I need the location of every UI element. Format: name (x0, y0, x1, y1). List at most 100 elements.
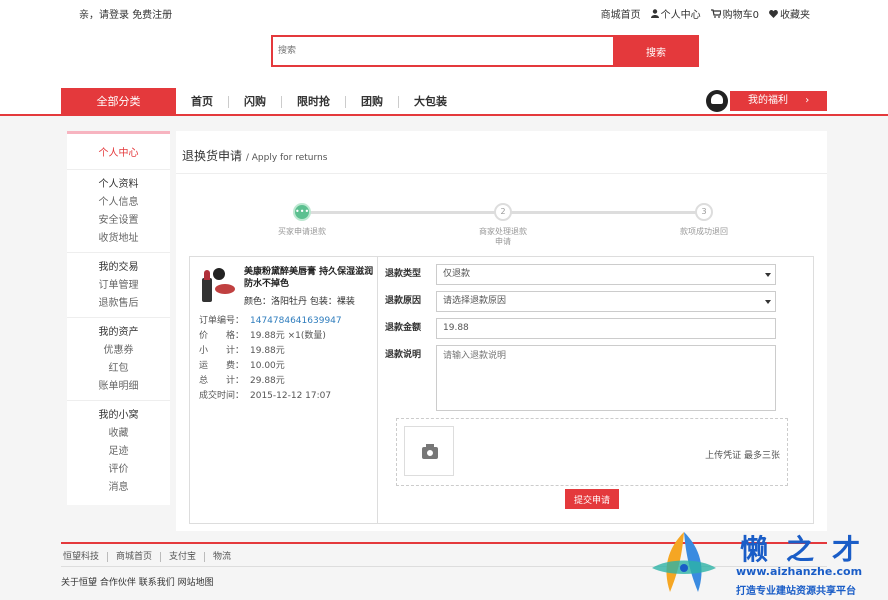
divider (176, 173, 827, 174)
caret-down-icon (765, 300, 771, 304)
sidebar-group-assets: 我的资产 优惠券 红包 账单明细 (67, 324, 170, 401)
sidebar-item-bills[interactable]: 账单明细 (67, 378, 170, 396)
order-info-label: 成交时间： (199, 391, 245, 401)
sidebar-group-nest: 我的小窝 收藏 足迹 评价 消息 (67, 407, 170, 501)
refund-type-value: 仅退款 (443, 269, 471, 279)
register-link[interactable]: 免费注册 (132, 10, 172, 21)
sidebar-item-security[interactable]: 安全设置 (67, 212, 170, 230)
footer-info[interactable]: 关于恒望 合作伙伴 联系我们 网站地图 (61, 575, 214, 588)
main-nav: 全部分类 首页 闪购 限时抢 团购 大包装 我的福利 › (0, 88, 888, 116)
cart-label: 购物车0 (722, 10, 759, 21)
search-input[interactable] (271, 35, 613, 67)
cart-icon (710, 9, 721, 18)
sidebar-item-reviews[interactable]: 评价 (67, 461, 170, 479)
sidebar-item-collection[interactable]: 收藏 (67, 425, 170, 443)
chevron-right-icon: › (805, 95, 810, 106)
sidebar-title[interactable]: 个人中心 (67, 144, 170, 170)
refund-reason-row: 退款原因 请选择退款原因 (385, 291, 776, 312)
refund-reason-select[interactable]: 请选择退款原因 (436, 291, 776, 312)
sidebar-item-refunds[interactable]: 退款售后 (67, 295, 170, 313)
all-categories-button[interactable]: 全部分类 (61, 88, 176, 116)
refund-desc-textarea[interactable] (436, 345, 776, 411)
panel-separator (377, 257, 378, 523)
caret-down-icon (765, 273, 771, 277)
avatar (706, 90, 728, 112)
footer-link[interactable]: 商城首页 (108, 552, 162, 562)
favorites-link[interactable]: 收藏夹 (769, 6, 810, 21)
order-info-value: 19.88元 (250, 346, 285, 356)
top-links: 商城首页 个人中心 购物车0 收藏夹 (601, 6, 810, 21)
sidebar-item-orders[interactable]: 订单管理 (67, 277, 170, 295)
footer-link[interactable]: 恒望科技 (63, 552, 109, 562)
sidebar-group-head: 我的交易 (98, 262, 139, 273)
sidebar-item-red-packets[interactable]: 红包 (67, 360, 170, 378)
welfare-area[interactable]: 我的福利 › (706, 90, 827, 112)
sidebar-item-address[interactable]: 收货地址 (67, 230, 170, 248)
footer-links: 恒望科技 商城首页 支付宝 物流 (63, 552, 239, 562)
product-name[interactable]: 美康粉黛醉美唇膏 持久保湿滋润防水不掉色 (244, 266, 374, 290)
order-info-label: 总 计： (199, 376, 245, 386)
sidebar-item-messages[interactable]: 消息 (67, 479, 170, 497)
watermark-url: www.aizhanzhe.com (736, 565, 863, 578)
nav-item-group-buy[interactable]: 团购 (346, 96, 399, 108)
heart-icon (769, 9, 778, 18)
product-image[interactable] (199, 266, 237, 306)
order-info: 订单编号： 1474784641639947 价 格： 19.88元 ×1(数量) … (199, 314, 342, 404)
welfare-button[interactable]: 我的福利 › (730, 91, 827, 111)
nav-item-home[interactable]: 首页 (176, 96, 229, 108)
order-number-link[interactable]: 1474784641639947 (250, 314, 342, 329)
nav-item-limited-time[interactable]: 限时抢 (282, 96, 346, 108)
refund-type-label: 退款类型 (385, 269, 422, 279)
favorites-label: 收藏夹 (780, 10, 810, 21)
footer-link[interactable]: 物流 (205, 552, 239, 562)
refund-type-select[interactable]: 仅退款 (436, 264, 776, 285)
login-link[interactable]: 亲，请登录 (79, 10, 129, 21)
camera-icon-body (422, 447, 438, 459)
refund-type-row: 退款类型 仅退款 (385, 264, 776, 285)
upload-area: 上传凭证 最多三张 (396, 418, 788, 486)
watermark-logo-icon (652, 532, 716, 592)
search-bar: 搜索 (271, 35, 699, 67)
page-title-text: 退换货申请 (182, 149, 243, 163)
refund-amount-input[interactable]: 19.88 (436, 318, 776, 339)
product-spec: 颜色：洛阳牡丹 包装：裸装 (244, 297, 355, 307)
order-info-row: 价 格： 19.88元 ×1(数量) (199, 329, 342, 344)
upload-button[interactable] (404, 426, 454, 476)
sidebar-group-trade: 我的交易 订单管理 退款售后 (67, 259, 170, 318)
sidebar-item-personal-info[interactable]: 个人信息 (67, 194, 170, 212)
submit-button[interactable]: 提交申请 (565, 489, 619, 509)
watermark-brand: 懒之才 (740, 533, 879, 566)
order-info-value: 2015-12-12 17:07 (250, 391, 332, 401)
order-info-value: 19.88元 ×1(数量) (250, 331, 326, 341)
nav-items: 首页 闪购 限时抢 团购 大包装 (176, 88, 462, 116)
cart-link[interactable]: 购物车0 (710, 6, 759, 21)
order-info-row: 总 计： 29.88元 (199, 374, 342, 389)
page-title: 退换货申请 / Apply for returns (182, 147, 327, 164)
user-icon (650, 9, 659, 18)
sidebar-group-head: 个人资料 (98, 179, 139, 190)
order-info-row: 成交时间： 2015-12-12 17:07 (199, 389, 342, 404)
nav-item-flash-sale[interactable]: 闪购 (229, 96, 282, 108)
step-2-label: 商家处理退款申请 (479, 227, 527, 246)
sidebar-item-footprints[interactable]: 足迹 (67, 443, 170, 461)
order-info-row: 订单编号： 1474784641639947 (199, 314, 342, 329)
refund-desc-row: 退款说明 (385, 345, 776, 411)
step-1-marker: ••• (293, 203, 311, 221)
watermark-slogan: 打造专业建站资源共享平台 (736, 586, 856, 597)
home-link[interactable]: 商城首页 (601, 6, 641, 21)
refund-reason-label: 退款原因 (385, 296, 422, 306)
order-info-value: 10.00元 (250, 361, 285, 371)
search-button[interactable]: 搜索 (613, 35, 699, 67)
sidebar-group-profile: 个人资料 个人信息 安全设置 收货地址 (67, 176, 170, 253)
nav-item-big-pack[interactable]: 大包装 (399, 96, 462, 108)
step-2-marker: 2 (494, 203, 512, 221)
footer-link[interactable]: 支付宝 (161, 552, 206, 562)
user-center-link[interactable]: 个人中心 (650, 6, 701, 21)
top-bar: 亲，请登录 免费注册 商城首页 个人中心 购物车0 收藏夹 (0, 0, 888, 26)
upload-hint: 上传凭证 最多三张 (705, 451, 780, 461)
sidebar-group-head: 我的小窝 (98, 410, 139, 421)
sidebar: 个人中心 个人资料 个人信息 安全设置 收货地址 我的交易 订单管理 退款售后 … (67, 131, 170, 505)
order-info-value: 29.88元 (250, 376, 285, 386)
sidebar-item-coupons[interactable]: 优惠券 (67, 342, 170, 360)
order-info-row: 运 费： 10.00元 (199, 359, 342, 374)
